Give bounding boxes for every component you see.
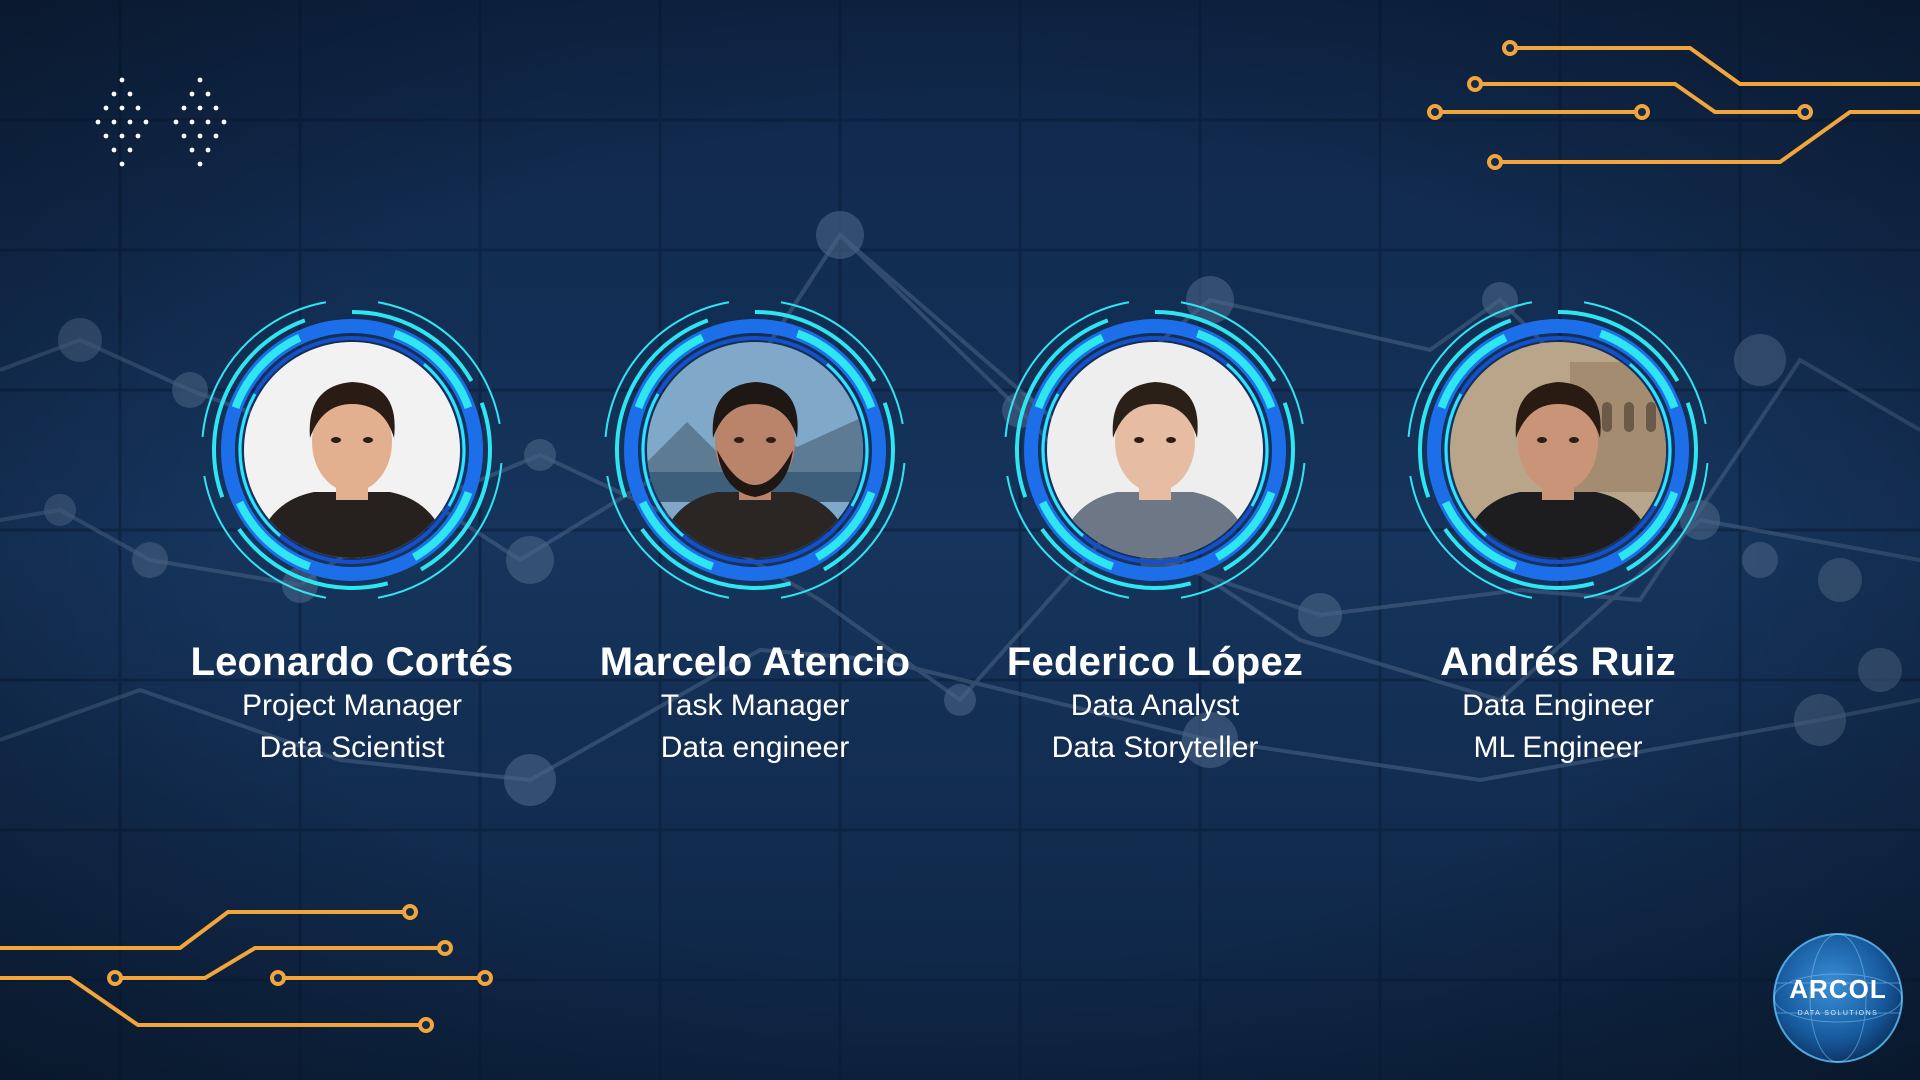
team-member-card: Leonardo Cortés Project Manager Data Sci…	[152, 290, 552, 769]
avatar	[647, 342, 863, 558]
avatar-ring	[1398, 290, 1718, 610]
person-photo-icon	[1450, 342, 1666, 558]
member-name: Andrés Ruiz	[1440, 640, 1676, 684]
member-role-secondary: ML Engineer	[1473, 731, 1643, 764]
member-role-secondary: Data Storyteller	[1051, 731, 1259, 764]
avatar	[244, 342, 460, 558]
member-role-primary: Data Engineer	[1462, 689, 1654, 722]
team-member-card: Federico López Data Analyst Data Storyte…	[955, 290, 1355, 769]
member-role-primary: Project Manager	[241, 689, 463, 722]
team-member-card: Andrés Ruiz Data Engineer ML Engineer	[1358, 290, 1758, 769]
avatar	[1450, 342, 1666, 558]
team-member-card: Marcelo Atencio Task Manager Data engine…	[555, 290, 955, 769]
logo-subtitle: DATA SOLUTIONS	[1797, 1010, 1879, 1017]
person-photo-icon	[1047, 342, 1263, 558]
avatar-ring	[595, 290, 915, 610]
member-role-secondary: Data engineer	[660, 731, 850, 764]
avatar	[1047, 342, 1263, 558]
avatar-ring	[192, 290, 512, 610]
company-logo: ARCOL DATA SOLUTIONS	[1768, 928, 1908, 1068]
logo-text: ARCOL	[1789, 974, 1887, 1004]
member-name: Federico López	[1006, 640, 1304, 684]
member-role-primary: Task Manager	[660, 689, 850, 722]
person-photo-icon	[647, 342, 863, 558]
member-role-secondary: Data Scientist	[259, 731, 445, 764]
person-photo-icon	[244, 342, 460, 558]
member-name: Leonardo Cortés	[190, 640, 514, 684]
avatar-ring	[995, 290, 1315, 610]
member-role-primary: Data Analyst	[1070, 689, 1240, 722]
member-name: Marcelo Atencio	[599, 640, 911, 684]
